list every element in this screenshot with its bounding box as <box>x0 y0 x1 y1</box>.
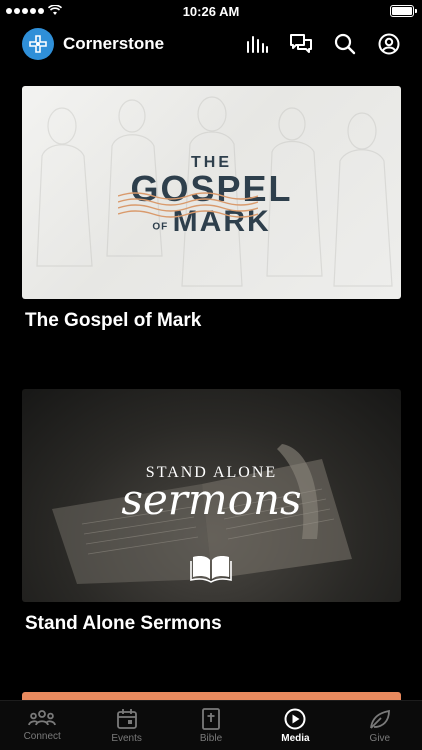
play-icon <box>284 708 306 730</box>
wavy-lines-decoration <box>118 192 258 218</box>
tab-label: Connect <box>23 731 61 742</box>
status-bar: 10:26 AM <box>0 0 422 22</box>
open-book-icon <box>190 556 232 583</box>
chat-button[interactable] <box>288 31 314 57</box>
chat-icon <box>290 34 312 53</box>
tab-label: Events <box>111 733 142 744</box>
media-card-stand-alone-sermons[interactable]: STAND ALONE sermons Stand Alone Sermons <box>22 389 401 635</box>
tab-bar: Connect Events Bible Media Give <box>0 700 422 750</box>
tab-label: Media <box>281 733 310 744</box>
app-title: Cornerstone <box>63 34 165 53</box>
card-title[interactable]: Stand Alone Sermons <box>22 613 401 635</box>
profile-icon <box>378 33 400 55</box>
stand-alone-sermons-artwork[interactable]: STAND ALONE sermons <box>22 389 401 602</box>
tab-label: Bible <box>199 733 223 744</box>
search-icon <box>334 33 356 55</box>
tab-connect[interactable]: Connect <box>0 701 84 750</box>
card-title[interactable]: The Gospel of Mark <box>22 310 401 332</box>
media-card-next-peek[interactable] <box>22 692 401 700</box>
bible-icon <box>202 708 220 730</box>
gospel-of-mark-artwork[interactable]: THE GOSPEL OF MARK <box>22 86 401 299</box>
artwork-line-of: OF <box>152 221 169 233</box>
profile-button[interactable] <box>376 31 402 57</box>
media-card-gospel-of-mark[interactable]: THE GOSPEL OF MARK The Gospel of Mark <box>22 86 401 332</box>
artwork-line-sermons: sermons <box>121 475 302 524</box>
status-time: 10:26 AM <box>182 4 240 19</box>
cross-logo-icon <box>29 35 47 53</box>
leaf-icon <box>369 709 390 729</box>
tab-give[interactable]: Give <box>338 701 422 750</box>
app-logo[interactable] <box>22 28 54 60</box>
app-header: Cornerstone <box>0 22 422 66</box>
battery-icon <box>390 5 417 17</box>
calendar-icon <box>116 709 137 729</box>
tab-label: Give <box>369 733 391 744</box>
tab-media[interactable]: Media <box>253 701 337 750</box>
audio-bars-button[interactable] <box>244 31 270 57</box>
tab-bible[interactable]: Bible <box>169 701 253 750</box>
people-icon <box>28 710 57 726</box>
audio-bars-icon <box>247 36 268 53</box>
search-button[interactable] <box>332 31 358 57</box>
tab-events[interactable]: Events <box>84 701 168 750</box>
